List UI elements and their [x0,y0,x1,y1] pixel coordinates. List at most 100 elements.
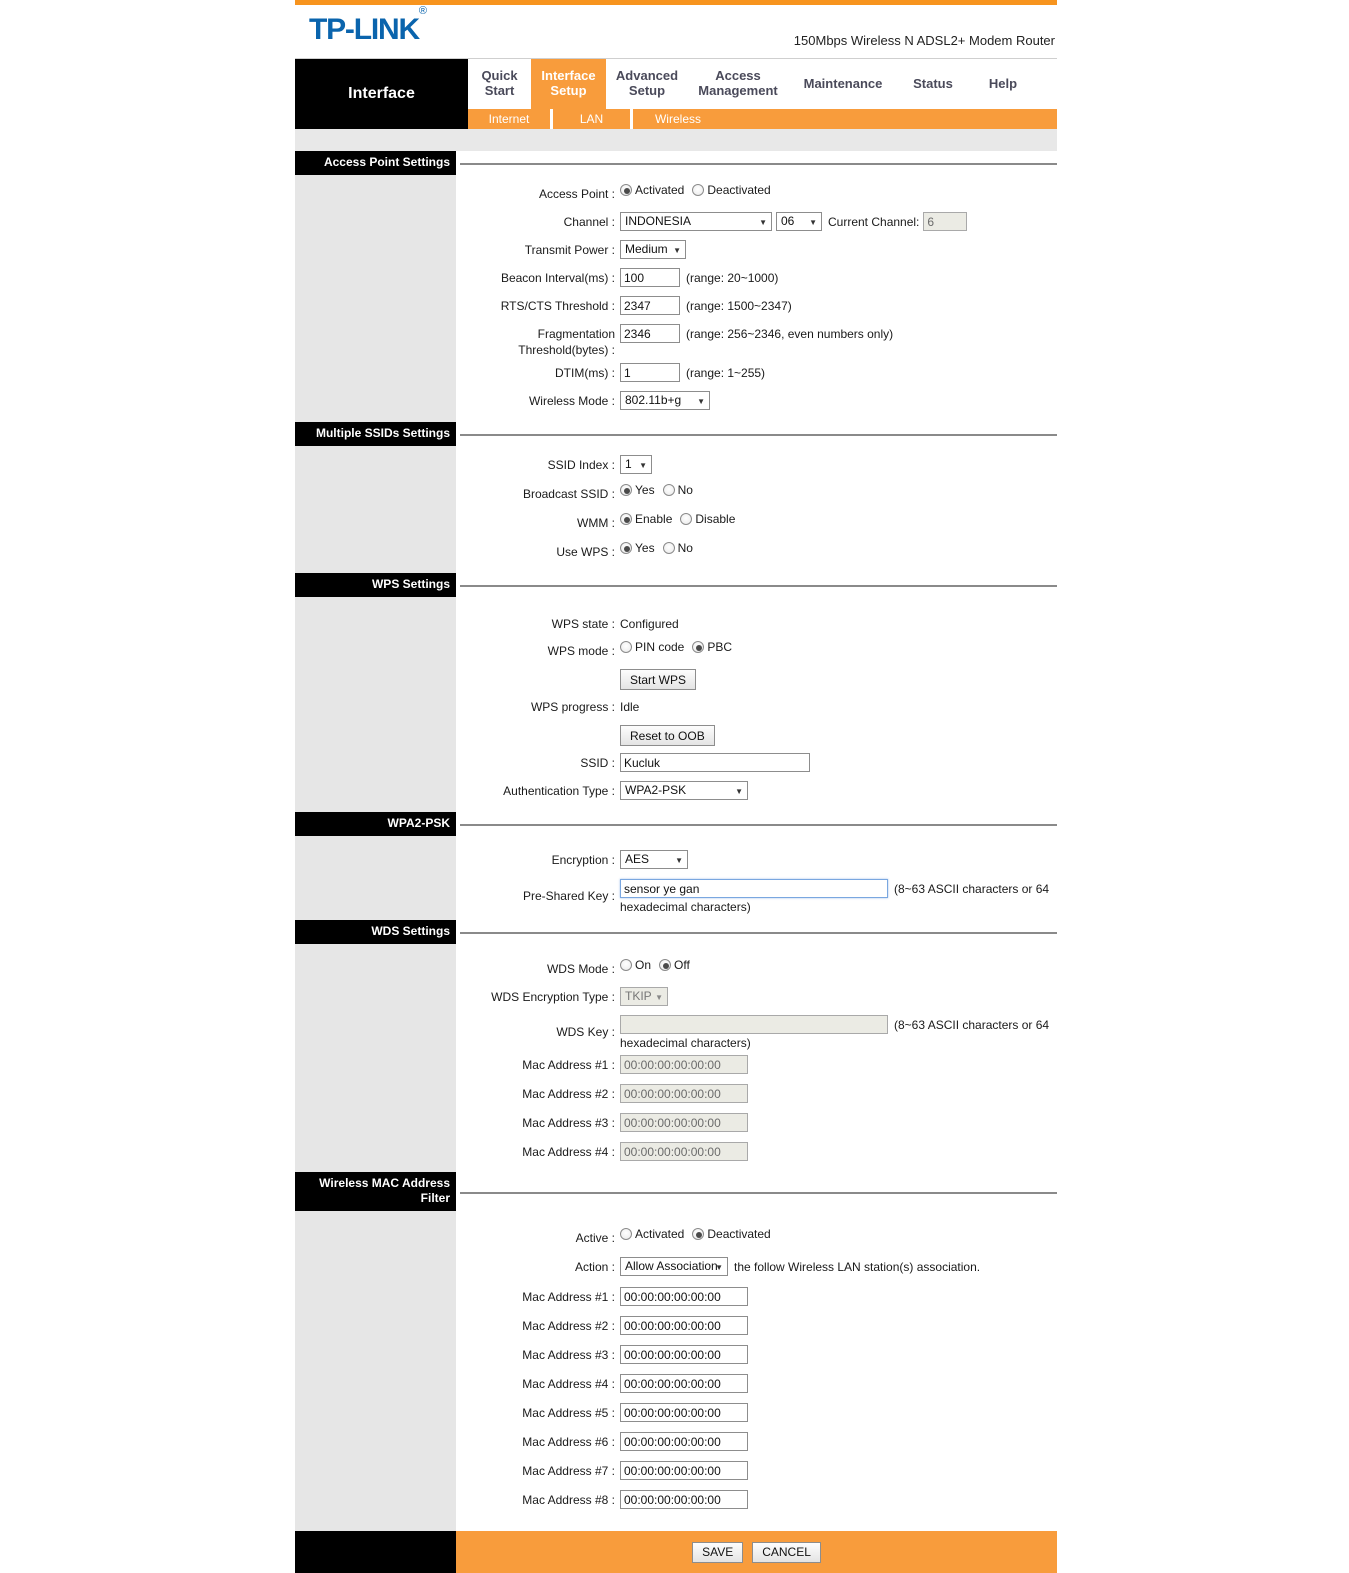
radio-access-point-deactivated[interactable]: Deactivated [692,183,771,197]
input-filter-mac-6[interactable] [620,1432,748,1451]
input-beacon-interval[interactable] [620,268,680,287]
tab-advanced-setup[interactable]: Advanced Setup [606,59,688,109]
field-use-wps: Use WPS : Yes No [456,541,1057,565]
tplink-logo: TP-LINK® [309,5,428,46]
radio-dot-icon [620,641,632,653]
tab-help[interactable]: Help [968,59,1038,109]
section-header-multiple-ssids: Multiple SSIDs Settings [295,422,1057,446]
radio-label: PBC [707,640,733,654]
tab-access-management[interactable]: Access Management [688,59,788,109]
input-filter-mac-3[interactable] [620,1345,748,1364]
radio-dot-icon [659,959,672,971]
field-wps-progress: WPS progress : Idle [456,696,1057,720]
select-channel-number[interactable]: 06 [776,212,822,232]
input-fragmentation-threshold[interactable] [620,324,680,343]
label-dtim: DTIM(ms) : [555,366,615,380]
subtab-lan[interactable]: LAN [553,109,633,129]
input-filter-mac-7[interactable] [620,1461,748,1480]
radio-broadcast-yes[interactable]: Yes [620,484,655,496]
select-wds-encryption-type: TKIP [620,987,668,1007]
tab-status[interactable]: Status [898,59,968,109]
radio-mac-filter-deactivated[interactable]: Deactivated [692,1228,771,1240]
save-button[interactable]: SAVE [692,1541,744,1563]
left-gutter [295,446,456,573]
radio-group-access-point: Activated Deactivated [620,184,779,196]
subtab-wireless[interactable]: Wireless [633,109,723,129]
radio-group-broadcast-ssid: Yes No [620,484,701,496]
input-wds-mac-3 [620,1113,748,1132]
input-filter-mac-5[interactable] [620,1403,748,1422]
label-wds-key: WDS Key : [556,1025,615,1039]
field-transmit-power: Transmit Power : Medium [456,239,1057,263]
radio-group-wds-mode: On Off [620,959,698,971]
hint-beacon-interval: (range: 20~1000) [686,270,779,285]
input-wds-key [620,1015,888,1034]
radio-use-wps-no[interactable]: No [662,541,693,555]
select-mac-filter-action[interactable]: Allow Association [620,1257,728,1277]
radio-wds-mode-off[interactable]: Off [659,959,690,971]
section-header-mac-filter: Wireless MAC Address Filter [295,1172,1057,1211]
input-pre-shared-key[interactable] [620,879,888,898]
field-start-wps: Start WPS [456,668,1057,692]
radio-dot-icon [692,184,705,196]
tab-interface-setup[interactable]: Interface Setup [531,59,606,109]
radio-label: No [677,541,693,555]
field-filter-mac-6: Mac Address #6 : [456,1431,1057,1455]
subtab-filler [723,109,1057,129]
radio-access-point-activated[interactable]: Activated [620,184,684,196]
section-header-wpa2psk: WPA2-PSK [295,812,1057,836]
device-model-text: 150Mbps Wireless N ADSL2+ Modem Router [793,33,1055,48]
label-wds-mac-3: Mac Address #3 : [522,1116,615,1130]
hint-wds-key-line2: hexadecimal characters) [620,1036,751,1050]
input-filter-mac-8[interactable] [620,1490,748,1509]
input-filter-mac-4[interactable] [620,1374,748,1393]
input-filter-mac-2[interactable] [620,1316,748,1335]
radio-label: Off [674,958,690,972]
block-wds: WDS Mode : On Off WDS Encryption Type: … [295,944,1057,1172]
label-authentication-type: Authentication Type : [503,784,615,798]
radio-label: No [677,483,693,497]
select-wireless-mode[interactable]: 802.11b+g [620,391,710,411]
nav-content-spacer [295,129,1057,151]
label-transmit-power: Transmit Power : [524,243,615,257]
select-transmit-power[interactable]: Medium [620,240,686,260]
subtab-internet[interactable]: Internet [468,109,553,129]
input-dtim[interactable] [620,363,680,382]
select-channel-country[interactable]: INDONESIA [620,212,772,232]
input-wds-mac-4 [620,1142,748,1161]
reset-to-oob-button[interactable]: Reset to OOB [620,725,715,746]
cancel-button[interactable]: CANCEL [752,1541,821,1563]
input-ssid[interactable] [620,753,810,772]
radio-wps-pin-code[interactable]: PIN code [620,641,684,653]
tab-quick-start[interactable]: Quick Start [468,59,531,109]
hint-wds-key-line1: (8~63 ASCII characters or 64 [894,1017,1050,1032]
input-wds-mac-2 [620,1084,748,1103]
field-authentication-type: Authentication Type : WPA2-PSK [456,780,1057,804]
radio-mac-filter-activated[interactable]: Activated [620,1228,684,1240]
select-encryption[interactable]: AES [620,850,688,870]
radio-wmm-enable[interactable]: Enable [620,513,672,525]
field-rts-threshold: RTS/CTS Threshold : (range: 1500~2347) [456,295,1057,319]
tab-maintenance[interactable]: Maintenance [788,59,898,109]
radio-wds-mode-on[interactable]: On [620,959,651,971]
select-ssid-index[interactable]: 1 [620,455,652,475]
select-authentication-type[interactable]: WPA2-PSK [620,781,748,801]
registered-mark-icon: ® [418,5,428,17]
start-wps-button[interactable]: Start WPS [620,669,697,690]
label-current-channel: Current Channel: [828,214,920,229]
radio-broadcast-no[interactable]: No [662,483,693,497]
radio-wps-pbc[interactable]: PBC [692,641,732,653]
label-wps-progress: WPS progress : [530,700,615,714]
radio-label: Yes [635,483,655,497]
radio-dot-icon [692,1228,705,1240]
field-wds-mac-3: Mac Address #3 : [456,1112,1057,1136]
input-rts-threshold[interactable] [620,296,680,315]
radio-group-mac-filter-active: Activated Deactivated [620,1228,779,1240]
section-title-access-point: Access Point Settings [295,151,456,175]
radio-use-wps-yes[interactable]: Yes [620,542,655,554]
radio-dot-icon [662,542,675,554]
field-filter-mac-7: Mac Address #7 : [456,1460,1057,1484]
radio-label: Deactivated [707,183,771,197]
radio-wmm-disable[interactable]: Disable [680,513,735,525]
section-title-wds: WDS Settings [295,920,456,944]
